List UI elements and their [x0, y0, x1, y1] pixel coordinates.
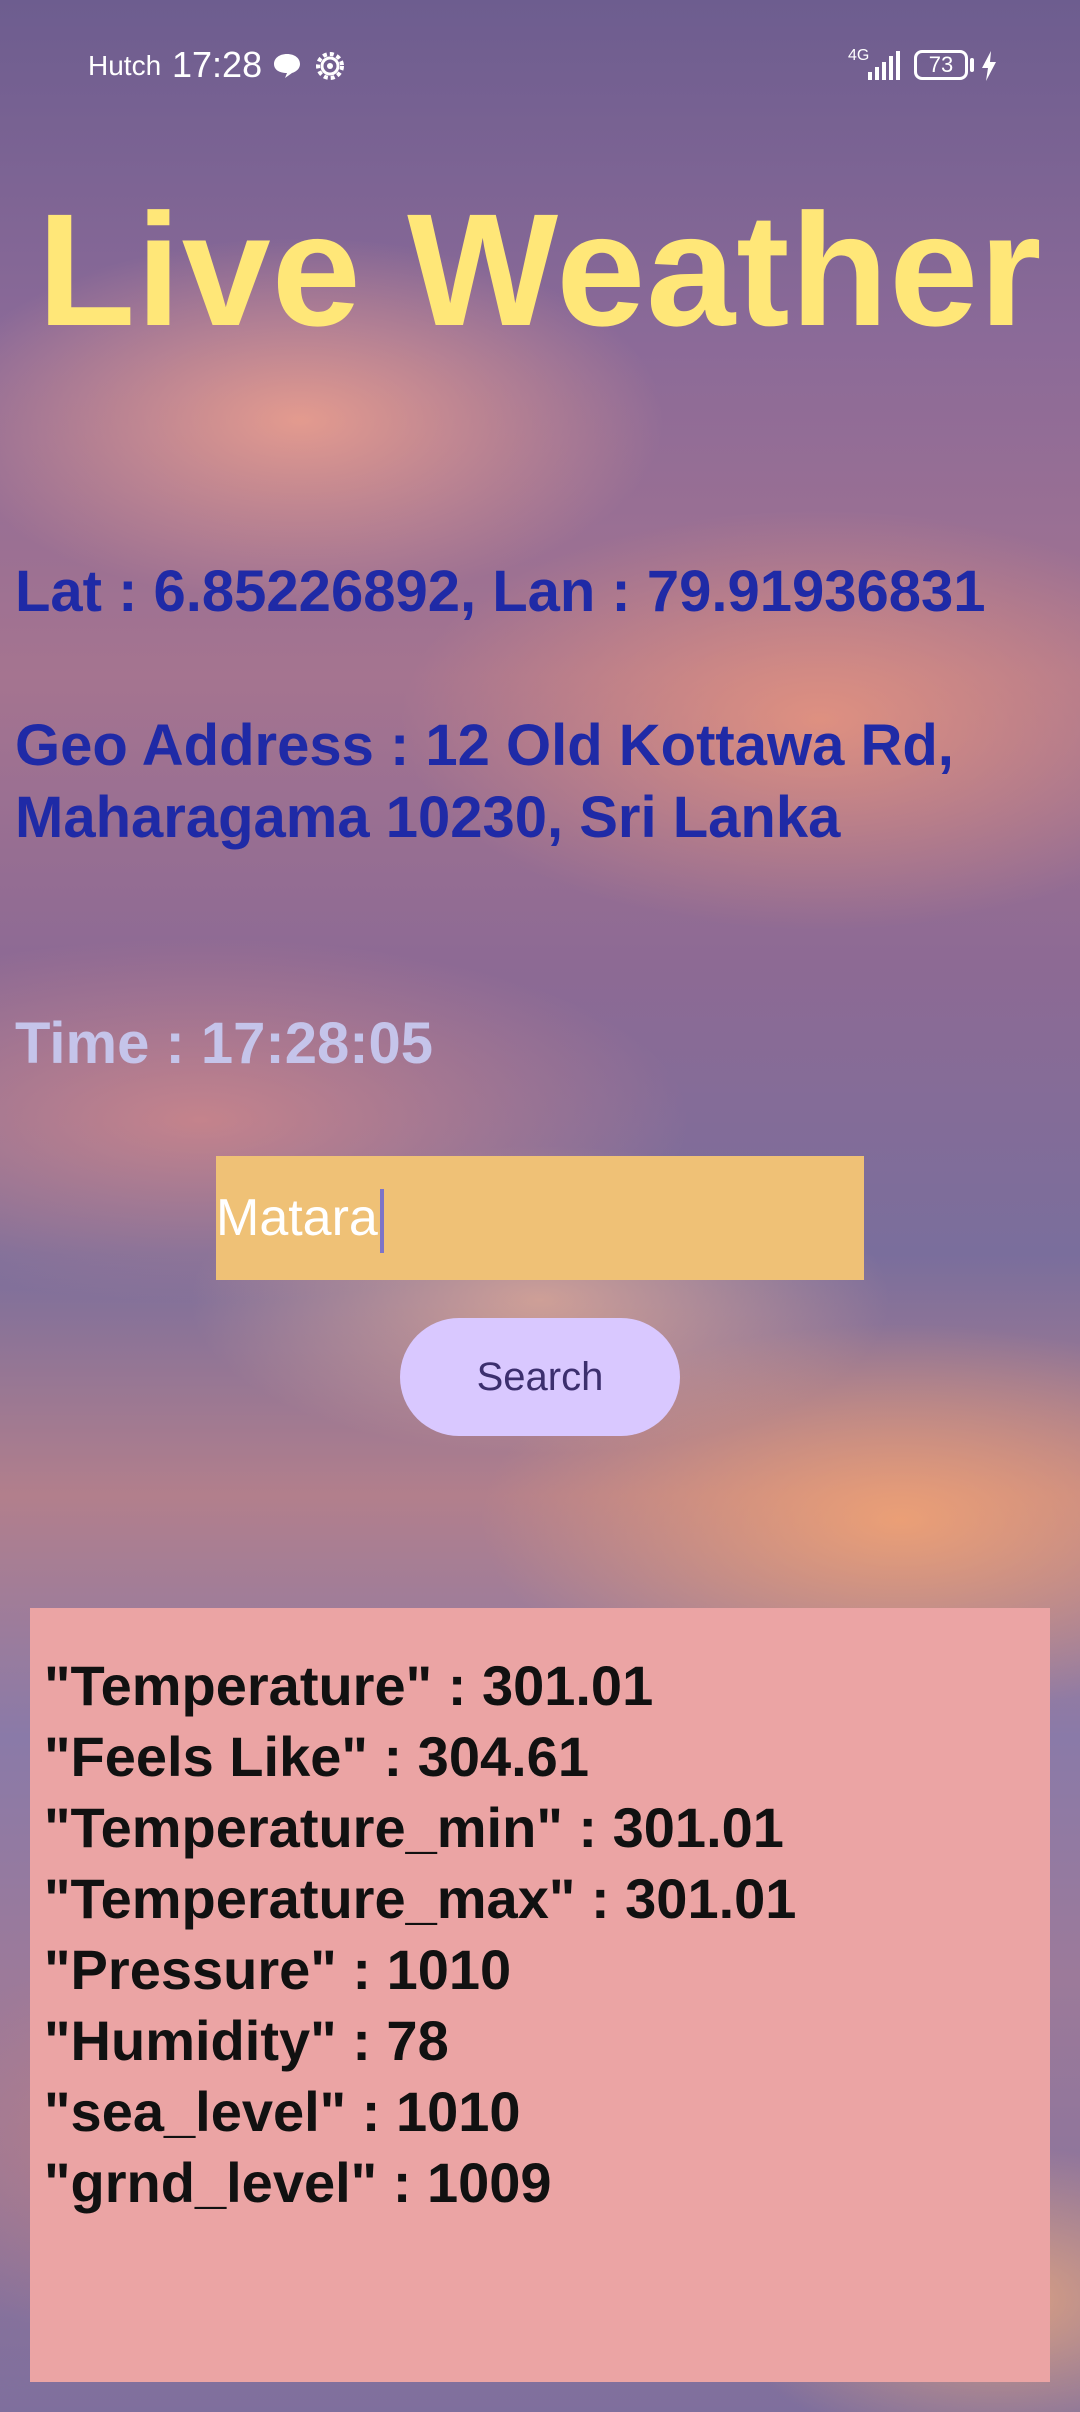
app-title: Live Weather: [37, 180, 1043, 359]
bolt-icon: [982, 51, 996, 81]
status-bar: Hutch 17:28 4G 73: [0, 0, 1080, 130]
city-search-value: Matara: [216, 1189, 378, 1247]
status-clock: 17:28: [172, 44, 263, 85]
result-feels-like: "Feels Like" : 304.61: [44, 1725, 589, 1788]
result-sea-level: "sea_level" : 1010: [44, 2080, 521, 2143]
text-cursor: [379, 1189, 384, 1254]
result-temperature: "Temperature" : 301.01: [44, 1654, 654, 1717]
result-ground-level: "grnd_level" : 1009: [44, 2151, 552, 2214]
gear-icon: [316, 52, 344, 80]
city-search-input[interactable]: Matara: [216, 1156, 864, 1280]
carrier-name: Hutch: [88, 50, 162, 81]
geo-address-line-1: Geo Address : 12 Old Kottawa Rd,: [15, 713, 954, 778]
geo-address: Geo Address : 12 Old Kottawa Rd, Maharag…: [15, 710, 1055, 854]
signal-icon: [868, 51, 900, 80]
result-pressure: "Pressure" : 1010: [44, 1938, 512, 2001]
weather-result-panel: "Temperature" : 301.01 "Feels Like" : 30…: [30, 1608, 1050, 2382]
battery-tip: [970, 58, 974, 72]
result-humidity: "Humidity" : 78: [44, 2009, 449, 2072]
time-text: Time : 17:28:05: [15, 1011, 434, 1076]
coordinates-text: Lat : 6.85226892, Lan : 79.91936831: [15, 559, 986, 624]
weather-result-list: "Temperature" : 301.01 "Feels Like" : 30…: [44, 1650, 796, 2218]
chat-icon: [274, 54, 300, 78]
result-temperature-min: "Temperature_min" : 301.01: [44, 1796, 784, 1859]
weather-app-screen: Hutch 17:28 4G 73 Live Weather Lat : 6.8…: [0, 0, 1080, 2412]
battery-icon: 73: [914, 50, 968, 80]
result-temperature-max: "Temperature_max" : 301.01: [44, 1867, 797, 1930]
search-button[interactable]: Search: [400, 1318, 680, 1436]
geo-address-line-2: Maharagama 10230, Sri Lanka: [15, 785, 841, 850]
